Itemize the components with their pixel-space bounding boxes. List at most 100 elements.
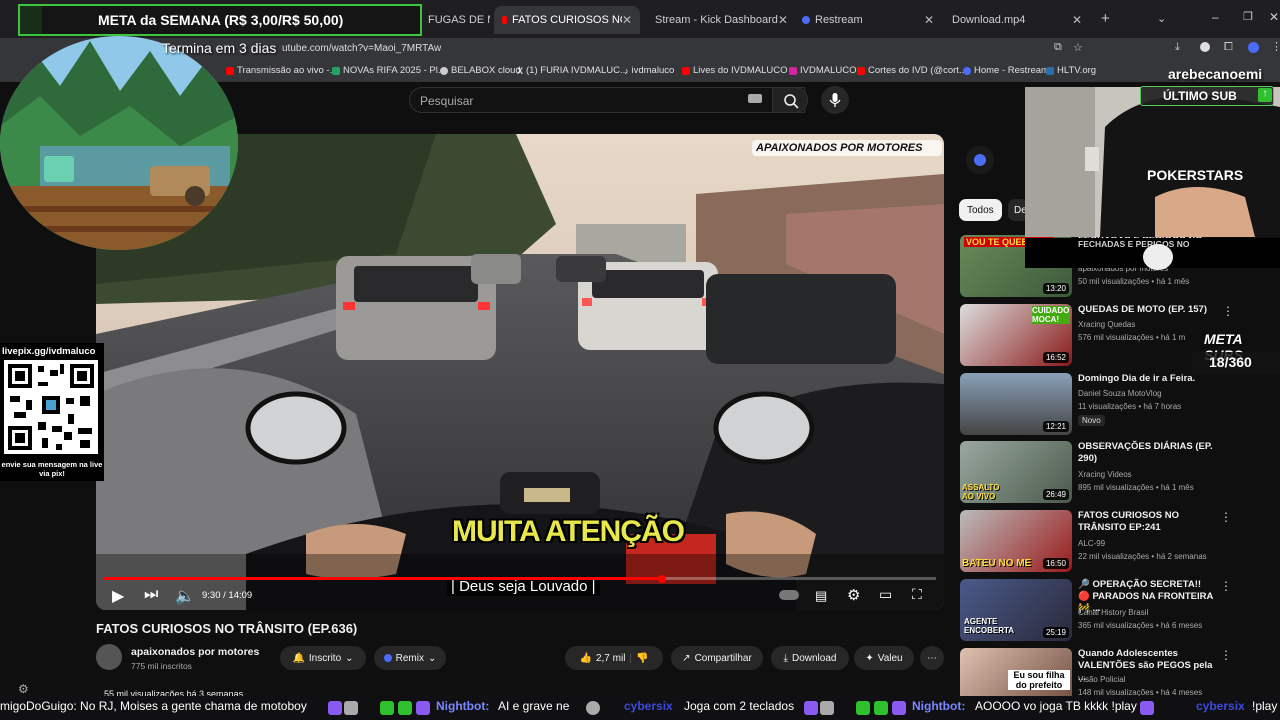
- bookmark-item[interactable]: X (1) FURIA IVDMALUC...: [517, 65, 628, 76]
- chevron-down-icon[interactable]: ⌄: [1157, 12, 1166, 25]
- volume-icon[interactable]: 🔈: [175, 586, 195, 606]
- close-icon[interactable]: ✕: [924, 13, 934, 27]
- video-title[interactable]: OBSERVAÇÕES DIÁRIAS (EP. 290): [1078, 441, 1213, 465]
- chat-message: Joga com 2 teclados: [684, 699, 795, 713]
- star-icon[interactable]: ☆: [1073, 41, 1083, 54]
- recommendation-item[interactable]: CUIDADO MOCA! 16:52 QUEDAS DE MOTO (EP. …: [960, 304, 1234, 366]
- settings-icon[interactable]: ⚙: [847, 586, 860, 604]
- play-icon[interactable]: ▶: [112, 586, 124, 606]
- arrow-up-icon: ↑: [1258, 88, 1272, 102]
- bookmark-item[interactable]: Transmissão ao vivo -...: [226, 65, 337, 76]
- channel-name[interactable]: Xracing Quedas: [1078, 320, 1135, 329]
- recommendation-item[interactable]: 12:21 Domingo Dia de ir a Feira. Daniel …: [960, 373, 1220, 435]
- channel-name[interactable]: apaixonados por motores: [131, 646, 259, 658]
- tab-kick-dashboard[interactable]: Stream - Kick Dashboard ✕: [642, 6, 792, 34]
- tab-fugas[interactable]: FUGAS DE M ✕: [420, 6, 490, 34]
- more-icon[interactable]: ⋮: [1220, 510, 1232, 524]
- cast-icon[interactable]: ⧉: [1054, 41, 1062, 54]
- sidebar-ai-button[interactable]: [966, 146, 994, 174]
- remix-button[interactable]: Remix ⌄: [374, 646, 446, 670]
- tab-restream[interactable]: Restream ✕: [794, 6, 942, 34]
- tab-download[interactable]: Download.mp4 ✕: [944, 6, 1090, 34]
- recommendation-item[interactable]: AGENTE ENCOBERTA 25:19 🔎 OPERAÇÃO SECRET…: [960, 579, 1232, 641]
- tab-fatos-curiosos[interactable]: FATOS CURIOSOS NO TRÂNSITO ✕: [494, 6, 640, 34]
- bookmark-item[interactable]: IVDMALUCO: [789, 65, 856, 76]
- goal-countdown: Termina em 3 dias: [162, 40, 277, 56]
- channel-avatar[interactable]: [96, 644, 122, 670]
- profile-avatar[interactable]: [1248, 42, 1259, 53]
- avatar-badge-icon: [820, 701, 834, 715]
- chat-message: migoDoGuigo: No RJ, Moises a gente chama…: [0, 699, 307, 713]
- video-thumbnail[interactable]: BATEU NO ME 16:50: [960, 510, 1072, 572]
- subscribe-button[interactable]: 🔔 Inscrito ⌄: [280, 646, 366, 670]
- url-field[interactable]: utube.com/watch?v=Maoi_7MRTAw: [282, 43, 441, 54]
- more-icon[interactable]: ⋮: [1222, 304, 1234, 318]
- info-icon[interactable]: [1200, 42, 1210, 52]
- close-icon[interactable]: ✕: [778, 13, 788, 27]
- extensions-icon[interactable]: ⧠: [1224, 41, 1233, 54]
- bookmark-item[interactable]: BELABOX cloud: [440, 65, 521, 76]
- recommendation-item[interactable]: ASSALTO AO VIVO 26:49 OBSERVAÇÕES DIÁRIA…: [960, 441, 1220, 503]
- next-icon[interactable]: ⏭: [144, 586, 158, 604]
- time-display: 9:30 / 14:09: [202, 590, 253, 601]
- more-icon[interactable]: ⋮: [1220, 579, 1232, 593]
- video-duration: 26:49: [1042, 489, 1069, 500]
- last-sub-label: ÚLTIMO SUB: [1140, 86, 1274, 106]
- sub-badge-icon: [416, 701, 430, 715]
- like-button[interactable]: 👍 2,7 mil | 👎: [565, 646, 663, 670]
- channel-name[interactable]: ALC-99: [1078, 539, 1105, 548]
- progress-bar[interactable]: [104, 577, 936, 580]
- video-thumbnail[interactable]: CUIDADO MOCA! 16:52: [960, 304, 1072, 366]
- video-thumbnail[interactable]: AGENTE ENCOBERTA 25:19: [960, 579, 1072, 641]
- autoplay-toggle[interactable]: [779, 590, 799, 600]
- bookmark-item[interactable]: HLTV.org: [1046, 65, 1096, 76]
- chat-username: Nightbot:: [436, 699, 490, 713]
- more-icon[interactable]: ⋮: [1220, 648, 1232, 662]
- video-title[interactable]: FATOS CURIOSOS NO TRÂNSITO EP:241: [1078, 510, 1213, 534]
- thanks-icon: ✦: [865, 652, 874, 664]
- new-tab-icon[interactable]: +: [1101, 10, 1110, 27]
- bookmark-item[interactable]: Home - Restream: [963, 65, 1049, 76]
- video-meta: 22 mil visualizações • há 2 semanas: [1078, 552, 1207, 561]
- download-icon[interactable]: ⤓: [1175, 41, 1180, 54]
- video-title[interactable]: Domingo Dia de ir a Feira.: [1078, 373, 1213, 385]
- search-input[interactable]: Pesquisar: [409, 87, 805, 113]
- channel-name[interactable]: Canal History Brasil: [1078, 608, 1148, 617]
- close-icon[interactable]: ✕: [1072, 13, 1082, 27]
- close-window-icon[interactable]: ✕: [1269, 10, 1279, 24]
- tab-label: FATOS CURIOSOS NO TRÂNSITO: [512, 14, 622, 26]
- minimize-icon[interactable]: –: [1212, 10, 1219, 24]
- menu-icon[interactable]: ⋮: [1271, 40, 1280, 53]
- close-icon[interactable]: ✕: [622, 13, 632, 27]
- webcam-overlay: POKERSTARS: [1025, 87, 1280, 237]
- subtitles-icon[interactable]: ▤: [815, 588, 827, 604]
- bookmark-item[interactable]: ♪ ivdmaluco: [624, 65, 674, 76]
- share-button[interactable]: ↗ Compartilhar: [671, 646, 763, 670]
- voice-search-button[interactable]: [821, 86, 849, 114]
- fullscreen-icon[interactable]: ⛶: [912, 586, 922, 603]
- chat-message: AI e grave ne: [498, 699, 570, 713]
- bookmark-item[interactable]: Lives do IVDMALUCO ...: [682, 65, 798, 76]
- sheets-icon: [332, 66, 340, 75]
- thanks-button[interactable]: ✦ Valeu: [854, 646, 914, 670]
- channel-name[interactable]: Visão Policial: [1078, 675, 1125, 684]
- channel-name[interactable]: Daniel Souza MotoVlog: [1078, 389, 1162, 398]
- more-actions-button[interactable]: ⋯: [920, 646, 944, 670]
- video-thumbnail[interactable]: ASSALTO AO VIVO 26:49: [960, 441, 1072, 503]
- livepix-url: livepix.gg/ivdmaluco: [2, 346, 96, 357]
- restore-icon[interactable]: ❐: [1243, 10, 1253, 23]
- video-thumbnail[interactable]: 12:21: [960, 373, 1072, 435]
- recommendation-item[interactable]: BATEU NO ME 16:50 FATOS CURIOSOS NO TRÂN…: [960, 510, 1232, 572]
- video-title[interactable]: QUEDAS DE MOTO (EP. 157): [1078, 304, 1213, 316]
- video-caption-main: MUITA ATENÇÃO: [452, 515, 685, 548]
- search-button[interactable]: [772, 87, 808, 113]
- channel-name[interactable]: Xracing Videos: [1078, 470, 1132, 479]
- theater-mode-icon[interactable]: ▭: [879, 586, 892, 603]
- chip-todos[interactable]: Todos: [959, 199, 1002, 221]
- download-button[interactable]: ⤓ Download: [771, 646, 849, 670]
- keyboard-icon[interactable]: [748, 94, 762, 103]
- bookmark-item[interactable]: NOVAs RIFA 2025 - Pl...: [332, 65, 446, 76]
- settings-icon[interactable]: ⚙: [18, 682, 29, 696]
- panther-logo-icon: [1143, 244, 1173, 270]
- bookmark-item[interactable]: Cortes do IVD (@cort...: [857, 65, 967, 76]
